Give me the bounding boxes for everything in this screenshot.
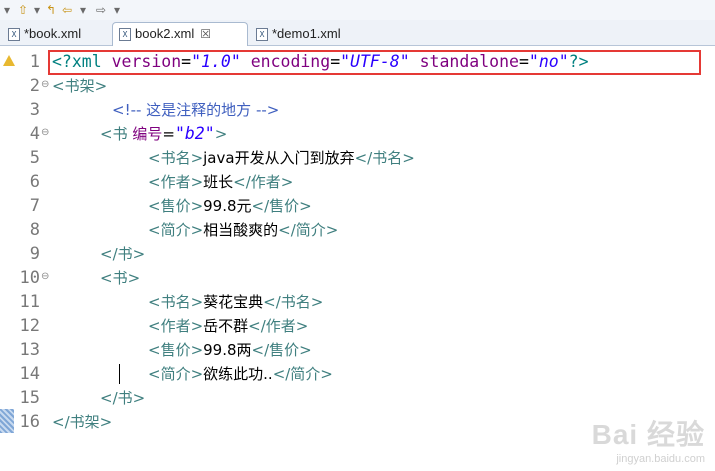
- dropdown-icon[interactable]: ▾: [80, 2, 86, 18]
- watermark: Bai 经验 jingyan.baidu.com: [592, 413, 705, 465]
- code-line-14: 14 <简介>欲练此功..</简介>: [0, 362, 715, 386]
- code-editor[interactable]: 1 <?xml version="1.0" encoding="UTF-8" s…: [0, 46, 715, 471]
- line-number: 5: [29, 148, 40, 168]
- tab-label: *book.xml: [24, 26, 82, 41]
- line-number: 1: [29, 52, 40, 72]
- line-number: 11: [19, 292, 40, 312]
- element-line: <简介>欲练此功..</简介>: [148, 365, 333, 383]
- toolbar: ▾ ⇧ ▾ ↰ ⇦ ▾ ⇨ ▾: [0, 0, 715, 20]
- line-number: 4: [29, 124, 40, 144]
- dropdown-icon[interactable]: ▾: [114, 2, 120, 18]
- book-close-tag: </书>: [100, 389, 146, 407]
- dropdown-icon[interactable]: ▾: [34, 2, 40, 18]
- tab-demo1-xml[interactable]: X *demo1.xml: [250, 23, 341, 44]
- line-number: 16: [19, 412, 40, 432]
- watermark-url: jingyan.baidu.com: [616, 453, 705, 465]
- line-number: 8: [29, 220, 40, 240]
- element-line: <书名>java开发从入门到放弃</书名>: [148, 149, 415, 167]
- book-open-tag: <书>: [100, 269, 141, 287]
- book-close-tag: </书>: [100, 245, 146, 263]
- line-number: 2: [29, 76, 40, 96]
- code-line-10: 10 ⊖ <书>: [0, 266, 715, 290]
- editor-tab-bar: X *book.xml Xbook2.xml ☒ X *demo1.xml: [0, 20, 715, 46]
- tab-label: book2.xml: [135, 26, 195, 41]
- text-cursor: [119, 364, 120, 384]
- code-line-4: 4 ⊖ <书 编号="b2">: [0, 122, 715, 146]
- menu-arrow-icon[interactable]: ▾: [4, 2, 10, 18]
- line-number: 10: [19, 268, 40, 288]
- line-number: 14: [19, 364, 40, 384]
- root-open-tag: <书架>: [52, 77, 108, 95]
- line-number: 3: [29, 100, 40, 120]
- upload-icon[interactable]: ⇧: [18, 2, 28, 18]
- element-line: <简介>相当酸爽的</简介>: [148, 221, 339, 239]
- code-line-11: 11 <书名>葵花宝典</书名>: [0, 290, 715, 314]
- code-line-5: 5 <书名>java开发从入门到放弃</书名>: [0, 146, 715, 170]
- watermark-logo: Bai 经验: [591, 419, 705, 450]
- tab-label: *demo1.xml: [272, 26, 341, 41]
- line-number: 15: [19, 388, 40, 408]
- element-line: <作者>岳不群</作者>: [148, 317, 309, 335]
- line-number: 6: [29, 172, 40, 192]
- code-line-9: 9 </书>: [0, 242, 715, 266]
- element-line: <售价>99.8两</售价>: [148, 341, 312, 359]
- xml-file-icon: X: [119, 28, 131, 42]
- element-line: <书名>葵花宝典</书名>: [148, 293, 324, 311]
- line-number: 7: [29, 196, 40, 216]
- code-line-8: 8 <简介>相当酸爽的</简介>: [0, 218, 715, 242]
- element-line: <作者>班长</作者>: [148, 173, 294, 191]
- code-line-12: 12 <作者>岳不群</作者>: [0, 314, 715, 338]
- code-line-2: 2 ⊖ <书架>: [0, 74, 715, 98]
- element-line: <售价>99.8元</售价>: [148, 197, 312, 215]
- tab-book2-xml[interactable]: Xbook2.xml ☒: [112, 22, 248, 46]
- fold-toggle-icon[interactable]: ⊖: [41, 128, 49, 138]
- code-line-15: 15 </书>: [0, 386, 715, 410]
- line-number: 13: [19, 340, 40, 360]
- xml-comment: <!-- 这是注释的地方 -->: [112, 101, 280, 119]
- tab-book-xml[interactable]: X *book.xml: [2, 23, 81, 44]
- code-line-6: 6 <作者>班长</作者>: [0, 170, 715, 194]
- code-line-13: 13 <售价>99.8两</售价>: [0, 338, 715, 362]
- code-line-7: 7 <售价>99.8元</售价>: [0, 194, 715, 218]
- xml-file-icon: X: [256, 28, 268, 42]
- book-open-tag: <书 编号="b2">: [100, 124, 228, 143]
- code-line-3: 3 <!-- 这是注释的地方 -->: [0, 98, 715, 122]
- forward-arrow-icon[interactable]: ⇨: [96, 2, 106, 18]
- back-arrow-icon[interactable]: ⇦: [62, 2, 72, 18]
- highlight-box: [48, 50, 701, 75]
- back-icon[interactable]: ↰: [46, 2, 56, 18]
- root-close-tag: </书架>: [52, 413, 113, 431]
- line-number: 12: [19, 316, 40, 336]
- close-tab-icon[interactable]: ☒: [200, 27, 211, 41]
- fold-toggle-icon[interactable]: ⊖: [41, 272, 49, 282]
- fold-toggle-icon[interactable]: ⊖: [41, 80, 49, 90]
- xml-file-icon: X: [8, 28, 20, 42]
- line-number: 9: [29, 244, 40, 264]
